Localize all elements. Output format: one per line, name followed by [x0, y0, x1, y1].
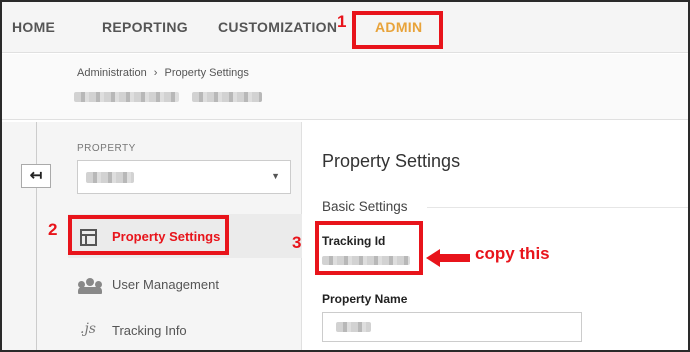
tracking-id-highlight-box — [315, 221, 423, 275]
property-settings-highlight-box — [68, 215, 229, 255]
sidebar-item-label: User Management — [112, 277, 219, 292]
admin-highlight-box — [352, 11, 443, 49]
page-title: Property Settings — [322, 151, 461, 171]
top-nav: HOME REPORTING CUSTOMIZATION ADMIN 1 — [2, 2, 688, 53]
people-icon — [78, 277, 102, 294]
main-content: Property Settings Basic Settings 3 Track… — [292, 122, 688, 350]
chevron-down-icon: ▼ — [271, 171, 280, 181]
section-title: Basic Settings — [322, 199, 408, 214]
app-frame: HOME REPORTING CUSTOMIZATION ADMIN 1 Adm… — [0, 0, 690, 352]
breadcrumb: Administration › Property Settings — [77, 67, 249, 79]
step-3-marker: 3 — [292, 233, 302, 252]
arrow-left-icon — [426, 249, 470, 267]
sidebar-item-tracking-info[interactable]: .js Tracking Info — [68, 308, 302, 350]
section-divider — [427, 207, 688, 208]
property-label: PROPERTY — [77, 143, 136, 154]
sidebar-divider-line — [36, 122, 37, 350]
back-button[interactable]: ↤ — [21, 164, 51, 188]
sidebar-item-user-management[interactable]: User Management — [68, 262, 302, 306]
nav-home[interactable]: HOME — [12, 19, 55, 35]
js-icon: .js — [80, 321, 96, 337]
sidebar-item-label: Tracking Info — [112, 323, 187, 338]
account-name-redacted — [74, 92, 179, 102]
property-value-redacted — [86, 172, 134, 183]
property-name-input[interactable] — [322, 312, 582, 342]
property-name-value-redacted — [336, 322, 371, 332]
property-name-label: Property Name — [322, 292, 408, 306]
copy-this-annotation: copy this — [475, 244, 550, 263]
nav-reporting[interactable]: REPORTING — [102, 19, 188, 35]
property-select[interactable]: ▼ — [77, 160, 291, 194]
step-2-marker: 2 — [48, 220, 58, 239]
nav-customization[interactable]: CUSTOMIZATION — [218, 19, 337, 35]
breadcrumb-separator: › — [153, 67, 158, 79]
breadcrumb-current: Property Settings — [164, 67, 249, 79]
page-header: Administration › Property Settings — [2, 54, 688, 120]
step-1-marker: 1 — [337, 12, 347, 31]
breadcrumb-administration[interactable]: Administration — [77, 67, 147, 79]
back-arrow-icon: ↤ — [29, 167, 43, 184]
account-id-redacted — [192, 92, 262, 102]
sidebar: ↤ PROPERTY ▼ Property Settings 2 User Ma… — [2, 122, 302, 350]
